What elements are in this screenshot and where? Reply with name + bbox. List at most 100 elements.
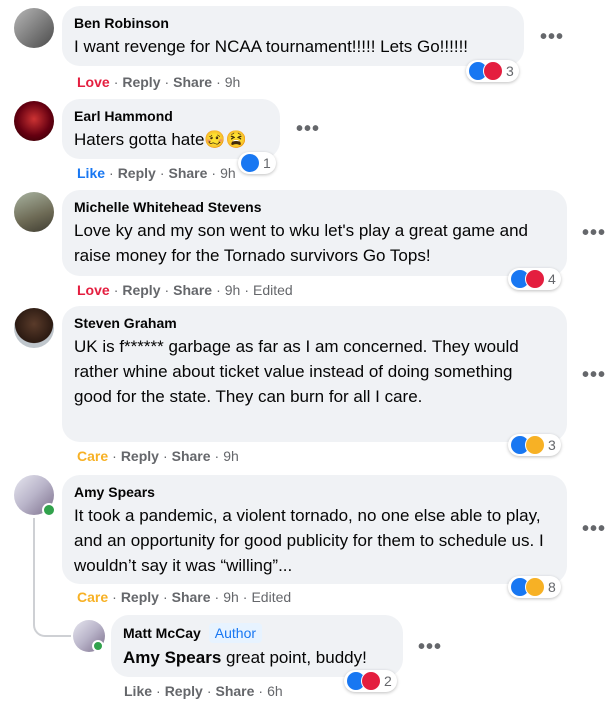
separator: · <box>112 448 117 464</box>
author-name[interactable]: Earl Hammond <box>74 107 268 125</box>
comment-text: Love ky and my son went to wku let's pla… <box>74 221 528 265</box>
timestamp[interactable]: 9h <box>225 74 241 90</box>
author-name-text[interactable]: Matt McCay <box>123 625 201 641</box>
author-name[interactable]: Amy Spears <box>74 483 555 501</box>
reaction-count: 3 <box>548 437 556 453</box>
share-button[interactable]: Share <box>172 589 211 605</box>
share-button[interactable]: Share <box>172 448 211 464</box>
avatar[interactable] <box>14 308 54 348</box>
reaction-summary[interactable]: 8 <box>508 576 561 598</box>
author-name[interactable]: Ben Robinson <box>74 14 512 32</box>
separator: · <box>216 74 221 90</box>
reaction-count: 2 <box>384 673 392 689</box>
comment-text: Amy Spears great point, buddy! <box>123 645 391 670</box>
comment-actions: Love · Reply · Share · 9h · Edited <box>77 282 293 298</box>
more-options-icon[interactable]: ••• <box>296 119 320 139</box>
comment-bubble: Amy Spears It took a pandemic, a violent… <box>62 475 567 584</box>
share-button[interactable]: Share <box>215 683 254 699</box>
author-badge: Author <box>208 623 263 643</box>
separator: · <box>164 74 170 90</box>
reaction-count: 3 <box>506 63 514 79</box>
separator: · <box>113 282 119 298</box>
timestamp[interactable]: 9h <box>223 448 239 464</box>
separator: · <box>113 74 119 90</box>
avatar[interactable] <box>14 101 54 141</box>
comment-bubble: Steven Graham UK is f****** garbage as f… <box>62 306 567 442</box>
separator: · <box>258 683 264 699</box>
care-icon <box>525 577 545 597</box>
reaction-button[interactable]: Care <box>77 589 108 605</box>
share-button[interactable]: Share <box>168 165 207 181</box>
reaction-count: 1 <box>263 155 271 171</box>
separator: · <box>206 683 212 699</box>
author-name[interactable]: Michelle Whitehead Stevens <box>74 198 555 216</box>
share-button[interactable]: Share <box>173 282 212 298</box>
online-status-indicator <box>92 640 104 652</box>
separator: · <box>244 282 249 298</box>
more-options-icon[interactable]: ••• <box>582 519 606 539</box>
reaction-summary[interactable]: 4 <box>508 268 561 290</box>
reaction-button[interactable]: Like <box>124 683 152 699</box>
edited-label[interactable]: Edited <box>253 282 293 298</box>
more-options-icon[interactable]: ••• <box>582 223 606 243</box>
separator: · <box>159 165 165 181</box>
online-status-indicator <box>42 503 56 517</box>
share-button[interactable]: Share <box>173 74 212 90</box>
avatar[interactable] <box>14 192 54 232</box>
reply-button[interactable]: Reply <box>122 282 160 298</box>
reply-button[interactable]: Reply <box>121 589 159 605</box>
reaction-button[interactable]: Like <box>77 165 105 181</box>
love-icon <box>525 269 545 289</box>
more-options-icon[interactable]: ••• <box>418 637 442 657</box>
care-icon <box>525 435 545 455</box>
reaction-summary[interactable]: 2 <box>344 670 397 692</box>
comment-actions: Care · Reply · Share · 9h <box>77 448 239 464</box>
reaction-button[interactable]: Care <box>77 448 108 464</box>
more-options-icon[interactable]: ••• <box>582 365 606 385</box>
reply-button[interactable]: Reply <box>165 683 203 699</box>
mention-link[interactable]: Amy Spears <box>123 648 221 667</box>
comment-actions: Like · Reply · Share · 9h <box>77 165 236 181</box>
comment-text: UK is f****** garbage as far as I am con… <box>74 337 519 406</box>
reaction-button[interactable]: Love <box>77 282 110 298</box>
reply-button[interactable]: Reply <box>121 448 159 464</box>
reply-button[interactable]: Reply <box>122 74 160 90</box>
separator: · <box>112 589 117 605</box>
separator: · <box>164 282 170 298</box>
separator: · <box>109 165 114 181</box>
reaction-summary[interactable]: 3 <box>508 434 561 456</box>
reaction-summary[interactable]: 1 <box>238 152 276 174</box>
comment-actions: Care · Reply · Share · 9h · Edited <box>77 589 291 605</box>
timestamp[interactable]: 9h <box>220 165 236 181</box>
separator: · <box>216 282 221 298</box>
comment-text: It took a pandemic, a violent tornado, n… <box>74 506 544 575</box>
comment-bubble: Ben Robinson I want revenge for NCAA tou… <box>62 6 524 66</box>
avatar[interactable] <box>14 8 54 48</box>
like-icon <box>240 153 260 173</box>
timestamp[interactable]: 9h <box>223 589 239 605</box>
comment-actions: Love · Reply · Share · 9h <box>77 74 240 90</box>
separator: · <box>214 589 220 605</box>
love-icon <box>361 671 381 691</box>
timestamp[interactable]: 9h <box>225 282 241 298</box>
comment-bubble: Michelle Whitehead Stevens Love ky and m… <box>62 190 567 276</box>
separator: · <box>214 448 220 464</box>
reaction-summary[interactable]: 3 <box>466 60 519 82</box>
comment-bubble: Earl Hammond Haters gotta hate🥴😫 <box>62 99 280 159</box>
comment-actions: Like · Reply · Share · 6h <box>124 683 283 699</box>
separator: · <box>162 448 168 464</box>
more-options-icon[interactable]: ••• <box>540 27 564 47</box>
separator: · <box>162 589 168 605</box>
reply-button[interactable]: Reply <box>118 165 156 181</box>
timestamp[interactable]: 6h <box>267 683 283 699</box>
author-name[interactable]: Steven Graham <box>74 314 555 332</box>
author-name[interactable]: Matt McCay Author <box>123 623 391 643</box>
comment-text: I want revenge for NCAA tournament!!!!! … <box>74 37 469 56</box>
reply-text: great point, buddy! <box>221 648 367 667</box>
reaction-button[interactable]: Love <box>77 74 110 90</box>
edited-label[interactable]: Edited <box>251 589 291 605</box>
separator: · <box>242 589 248 605</box>
separator: · <box>156 683 161 699</box>
reaction-count: 4 <box>548 271 556 287</box>
comment-bubble: Matt McCay Author Amy Spears great point,… <box>111 615 403 677</box>
